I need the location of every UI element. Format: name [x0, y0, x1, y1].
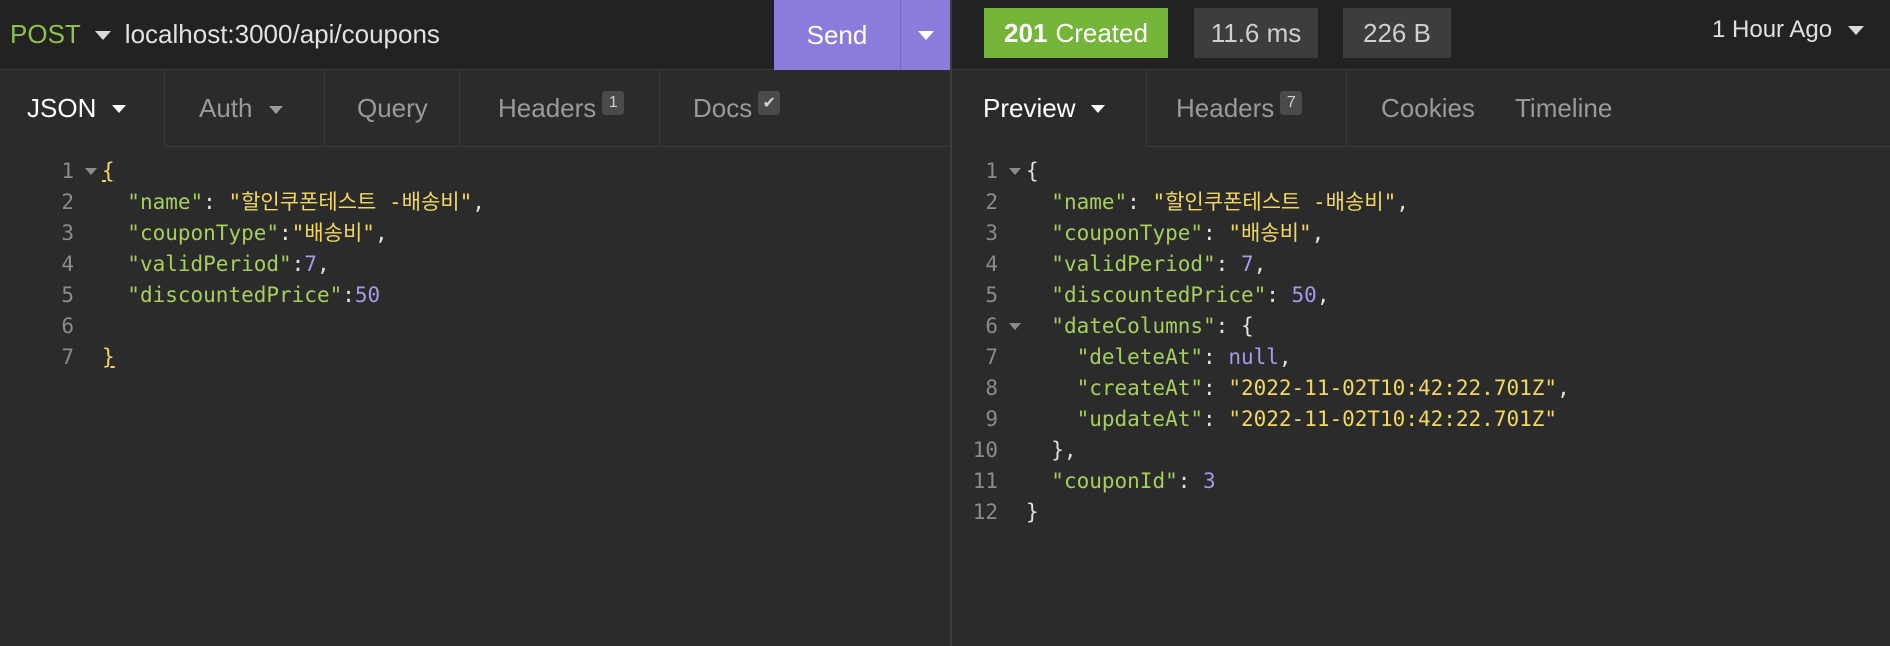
send-button[interactable]: Send — [774, 0, 900, 70]
request-body-editor[interactable]: 1{ 2 "name": "할인쿠폰테스트 -배송비", 3 "couponTy… — [0, 156, 485, 373]
code-line: 2 "name": "할인쿠폰테스트 -배송비", — [985, 190, 1409, 214]
code-line: 1{ — [61, 159, 115, 183]
tab-response-headers[interactable]: Headers 7 — [1147, 70, 1347, 147]
chevron-down-icon — [917, 30, 934, 40]
fold-caret-icon[interactable] — [1009, 323, 1021, 330]
chevron-down-icon — [268, 105, 283, 114]
response-headers-count-badge: 7 — [1280, 90, 1303, 115]
response-time-badge: 11.6 ms — [1194, 8, 1318, 58]
response-body-viewer: 1{ 2 "name": "할인쿠폰테스트 -배송비", 3 "couponTy… — [952, 156, 1570, 528]
tab-cookies[interactable]: Cookies — [1347, 70, 1482, 147]
request-pane: POST localhost:3000/api/coupons Send JSO… — [0, 0, 950, 646]
docs-check-icon: ✔ — [758, 90, 781, 115]
code-line: 9 "updateAt": "2022-11-02T10:42:22.701Z" — [985, 407, 1558, 431]
fold-caret-icon[interactable] — [85, 168, 97, 175]
fold-caret-icon[interactable] — [1009, 168, 1021, 175]
status-badge: 201 Created — [984, 8, 1168, 58]
code-line: 5 "discountedPrice": 50, — [985, 283, 1330, 307]
code-line: 6 — [61, 314, 74, 338]
code-line: 6 "dateColumns": { — [985, 314, 1254, 338]
code-line: 7 "deleteAt": null, — [985, 345, 1292, 369]
headers-count-badge: 1 — [602, 90, 625, 115]
tab-query[interactable]: Query — [325, 70, 460, 147]
code-line: 3 "couponType": "배송비", — [985, 221, 1325, 245]
response-size-badge: 226 B — [1343, 8, 1451, 58]
code-line: 2 "name": "할인쿠폰테스트 -배송비", — [61, 190, 485, 214]
code-line: 4 "validPeriod": 7, — [985, 252, 1267, 276]
code-line: 5 "discountedPrice":50 — [61, 283, 381, 307]
tab-json[interactable]: JSON — [0, 70, 165, 147]
request-tabs: JSON Auth Query Headers 1 Docs ✔ — [0, 70, 950, 147]
tab-preview[interactable]: Preview — [952, 70, 1147, 147]
code-line: 7} — [61, 345, 115, 369]
code-line: 12} — [972, 500, 1039, 524]
response-pane: 201 Created 11.6 ms 226 B 1 Hour Ago Prev… — [952, 0, 1890, 646]
chevron-down-icon — [1848, 25, 1865, 35]
code-line: 10 }, — [972, 438, 1077, 462]
code-line: 8 "createAt": "2022-11-02T10:42:22.701Z"… — [985, 376, 1570, 400]
code-line: 3 "couponType": "배송비", — [61, 221, 388, 245]
history-dropdown[interactable]: 1 Hour Ago — [1712, 16, 1865, 44]
tab-docs[interactable]: Docs ✔ — [660, 70, 950, 147]
code-line: 1{ — [985, 159, 1039, 183]
tab-headers[interactable]: Headers 1 — [460, 70, 660, 147]
code-line: 4 "validPeriod":7, — [61, 252, 330, 276]
url-bar: POST localhost:3000/api/coupons Send — [0, 0, 950, 70]
method-selector[interactable]: POST — [10, 19, 81, 50]
send-options-button[interactable] — [900, 0, 950, 70]
tab-auth[interactable]: Auth — [165, 70, 325, 147]
code-line: 11 "couponId": 3 — [972, 469, 1216, 493]
chevron-down-icon — [1091, 105, 1106, 113]
response-status-bar: 201 Created 11.6 ms 226 B 1 Hour Ago — [952, 0, 1890, 70]
response-tabs: Preview Headers 7 Cookies Timeline — [952, 70, 1890, 147]
chevron-down-icon — [112, 105, 127, 113]
tab-timeline[interactable]: Timeline — [1482, 70, 1890, 147]
method-chevron-down-icon[interactable] — [94, 31, 111, 40]
